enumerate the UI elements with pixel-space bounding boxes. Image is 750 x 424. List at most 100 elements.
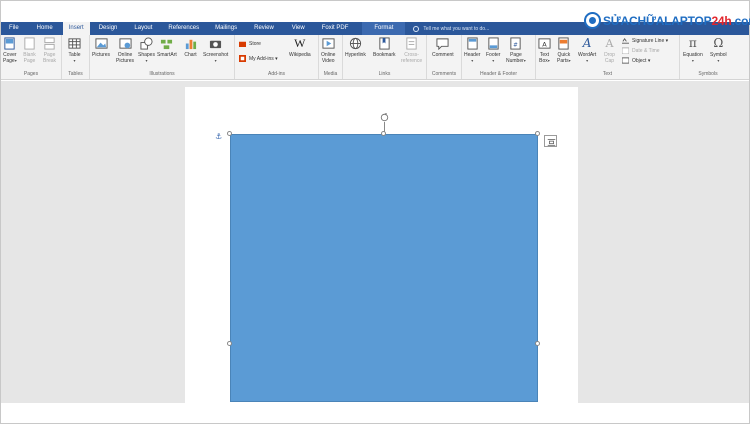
- svg-text:#: #: [514, 42, 519, 48]
- status-area: [1, 403, 749, 423]
- pictures-icon: [94, 38, 108, 49]
- tab-view[interactable]: View: [283, 22, 314, 35]
- cross-reference-button[interactable]: Cross- reference: [401, 37, 422, 64]
- layout-options-button[interactable]: [544, 135, 557, 147]
- tab-insert[interactable]: Insert: [62, 22, 90, 35]
- site-logo: SỬACHỮALAPTOP24h.com: [584, 12, 750, 29]
- logo-text: SỬACHỮALAPTOP24h.com: [603, 13, 750, 28]
- resize-handle-middle-right[interactable]: [535, 341, 540, 346]
- screenshot-button[interactable]: Screenshot ▾: [203, 37, 228, 64]
- group-pages: Cover Page▾ Blank Page Page Break Pages: [1, 35, 62, 79]
- wikipedia-icon: W: [294, 36, 306, 50]
- signature-line-icon: [622, 37, 629, 44]
- symbol-button[interactable]: Ω Symbol ▾: [710, 37, 727, 64]
- tab-file[interactable]: File: [1, 22, 27, 35]
- blank-page-button[interactable]: Blank Page: [23, 37, 36, 64]
- rotate-handle-icon[interactable]: [380, 113, 389, 122]
- tab-review[interactable]: Review: [245, 22, 283, 35]
- text-box-button[interactable]: A Text Box▾: [538, 37, 551, 64]
- cover-page-button[interactable]: Cover Page▾: [3, 37, 17, 64]
- gear-logo-icon: [584, 12, 601, 29]
- text-box-icon: A: [538, 38, 551, 49]
- table-button[interactable]: Table ▾: [68, 37, 81, 64]
- online-video-button[interactable]: Online Video: [321, 37, 335, 64]
- resize-handle-top-center[interactable]: [381, 131, 386, 136]
- store-button[interactable]: Store: [239, 40, 261, 47]
- online-pictures-button[interactable]: Online Pictures: [116, 37, 134, 64]
- page-break-icon: [44, 37, 55, 50]
- layout-options-icon: [547, 138, 555, 146]
- tab-design[interactable]: Design: [90, 22, 127, 35]
- ribbon-insert: Cover Page▾ Blank Page Page Break Pages …: [1, 35, 749, 80]
- online-pictures-icon: [118, 38, 132, 49]
- comment-button[interactable]: Comment: [432, 37, 454, 58]
- tab-layout[interactable]: Layout: [126, 22, 160, 35]
- group-label-links: Links: [378, 71, 391, 77]
- blank-page-icon: [24, 37, 35, 50]
- resize-handle-top-left[interactable]: [227, 131, 232, 136]
- drop-cap-button[interactable]: A Drop Cap: [603, 37, 616, 64]
- footer-icon: [488, 37, 499, 50]
- lightbulb-icon: [413, 25, 420, 32]
- comment-icon: [436, 38, 449, 50]
- calendar-icon: [622, 47, 629, 54]
- group-symbols: π Equation ▾ Ω Symbol ▾ Symbols: [680, 35, 736, 79]
- group-label-pages: Pages: [23, 71, 39, 77]
- hyperlink-button[interactable]: Hyperlink: [345, 37, 366, 58]
- quick-parts-icon: [558, 37, 569, 50]
- table-icon: [68, 38, 81, 49]
- group-label-comments: Comments: [431, 71, 457, 77]
- wordart-button[interactable]: A WordArt ▾: [578, 37, 596, 64]
- tab-format[interactable]: Format: [362, 22, 406, 35]
- header-button[interactable]: Header ▾: [464, 37, 480, 64]
- wikipedia-button[interactable]: W Wikipedia: [289, 36, 311, 59]
- resize-handle-top-right[interactable]: [535, 131, 540, 136]
- smartart-button[interactable]: SmartArt: [157, 37, 177, 58]
- page-break-button[interactable]: Page Break: [43, 37, 56, 64]
- group-comments: Comment Comments: [427, 35, 462, 79]
- smartart-icon: [161, 39, 173, 50]
- tab-home[interactable]: Home: [27, 22, 63, 35]
- wordart-icon: A: [582, 36, 592, 50]
- signature-line-button[interactable]: Signature Line ▾: [622, 37, 668, 44]
- group-text: A Text Box▾ Quick Parts▾ A WordArt ▾ A D…: [536, 35, 680, 79]
- object-button[interactable]: Object ▾: [622, 57, 650, 64]
- cross-reference-icon: [406, 37, 417, 50]
- tab-foxit-pdf[interactable]: Foxit PDF: [314, 22, 357, 35]
- group-header-footer: Header ▾ Footer ▾ # Page Number▾ Header …: [462, 35, 536, 79]
- anchor-icon: ⚓: [215, 132, 223, 141]
- chart-icon: [185, 39, 197, 50]
- pictures-button[interactable]: Pictures: [92, 37, 110, 58]
- bookmark-button[interactable]: Bookmark: [373, 37, 396, 58]
- tab-mailings[interactable]: Mailings: [207, 22, 245, 35]
- group-label-tables: Tables: [68, 71, 83, 77]
- group-tables: Table ▾ Tables: [62, 35, 90, 79]
- tab-references[interactable]: References: [160, 22, 207, 35]
- resize-handle-middle-left[interactable]: [227, 341, 232, 346]
- drop-cap-icon: A: [605, 37, 614, 50]
- group-add-ins: Store My Add-ins ▾ W Wikipedia Add-ins: [235, 35, 319, 79]
- object-icon: [622, 57, 629, 64]
- group-label-header-footer: Header & Footer: [480, 71, 517, 77]
- footer-button[interactable]: Footer ▾: [486, 37, 500, 64]
- my-add-ins-button[interactable]: My Add-ins ▾: [239, 55, 278, 62]
- page-number-button[interactable]: # Page Number▾: [506, 37, 526, 64]
- date-time-button[interactable]: Date & Time: [622, 47, 660, 54]
- omega-icon: Ω: [713, 36, 724, 50]
- group-links: Hyperlink Bookmark Cross- reference Link…: [343, 35, 427, 79]
- chart-button[interactable]: Chart: [184, 37, 197, 58]
- equation-button[interactable]: π Equation ▾: [683, 37, 703, 64]
- store-icon: [239, 41, 246, 47]
- header-icon: [467, 37, 478, 50]
- globe-link-icon: [349, 37, 361, 50]
- tell-me-text: Tell me what you want to do...: [423, 25, 490, 32]
- quick-parts-button[interactable]: Quick Parts▾: [557, 37, 571, 64]
- group-illustrations: Pictures Online Pictures Shapes ▾ SmartA…: [90, 35, 235, 79]
- tell-me-search[interactable]: Tell me what you want to do...: [413, 22, 489, 35]
- page-number-icon: #: [510, 37, 522, 50]
- my-add-ins-icon: [239, 55, 246, 62]
- selected-rectangle-shape[interactable]: [230, 134, 538, 402]
- group-media: Online Video Media: [319, 35, 343, 79]
- shapes-button[interactable]: Shapes ▾: [138, 37, 155, 64]
- group-label-illustrations: Illustrations: [149, 71, 175, 77]
